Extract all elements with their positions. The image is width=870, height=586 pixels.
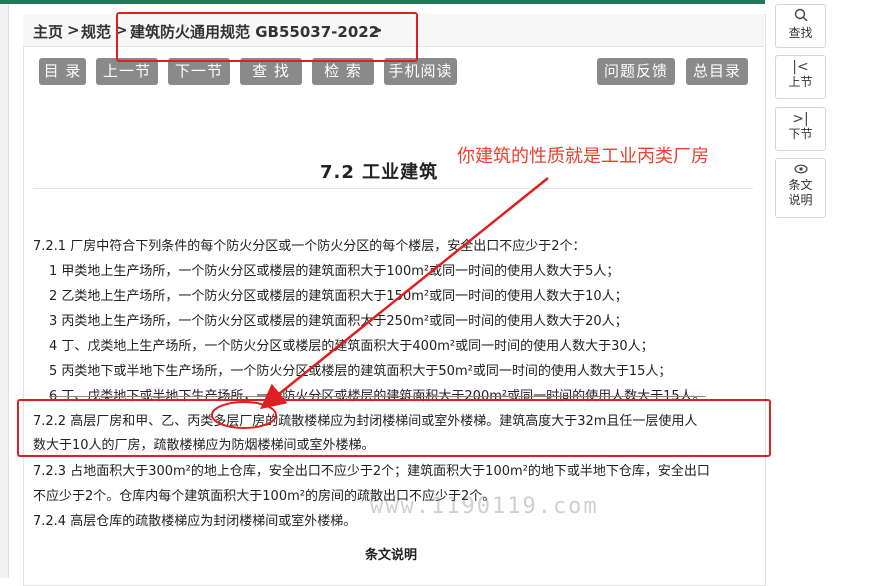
side-prev-button[interactable]: |< 上节 [775,55,826,99]
breadcrumb-home[interactable]: 主页 [33,21,63,42]
side-next-label: 下节 [788,127,813,141]
search-button[interactable]: 检 索 [312,58,374,85]
breadcrumb-spec[interactable]: 规范 [81,21,111,42]
find-button[interactable]: 查 找 [240,58,302,85]
highlight-box-breadcrumb [116,12,418,62]
side-prev-label: 上节 [788,75,813,89]
search-icon [776,8,825,26]
watermark: www.1190119.com [370,494,599,519]
feedback-button[interactable]: 问题反馈 [597,58,675,85]
breadcrumb-separator: > [67,21,80,39]
prev-section-button[interactable]: 上一节 [96,58,158,85]
next-section-button[interactable]: 下一节 [168,58,230,85]
toc-button[interactable]: 目 录 [39,58,86,85]
clause-item: 4 丁、戊类地上生产场所，一个防火分区或楼层的建筑面积大于400m²或同一时间的… [49,339,654,354]
top-accent-bar [0,0,765,4]
left-edge-strip [0,4,9,578]
last-page-icon: >| [792,111,809,127]
clause-item: 1 甲类地上生产场所，一个防火分区或楼层的建筑面积大于100m²或同一时间的使用… [49,264,620,279]
eye-icon [776,162,825,178]
clause-7-2-1: 7.2.1 厂房中符合下列条件的每个防火分区或一个防火分区的每个楼层，安全出口不… [33,239,586,254]
side-find-button[interactable]: 查找 [775,4,826,48]
clause-item: 5 丙类地下或半地下生产场所，一个防火分区或楼层的建筑面积大于50m²或同一时间… [49,364,672,379]
annotation-text: 你建筑的性质就是工业丙类厂房 [457,146,709,167]
clause-7-2-4: 7.2.4 高层仓库的疏散楼梯应为封闭楼梯间或室外楼梯。 [33,514,357,529]
side-next-button[interactable]: >| 下节 [775,107,826,151]
side-find-label: 查找 [788,26,813,40]
highlight-box-clause [17,399,771,457]
side-explain-button[interactable]: 条文 说明 [775,158,826,218]
clause-item: 3 丙类地上生产场所，一个防火分区或楼层的建筑面积大于250m²或同一时间的使用… [49,314,628,329]
section-title: 7.2 工业建筑 [320,162,439,183]
mobile-read-button[interactable]: 手机阅读 [384,58,457,85]
clause-item: 2 乙类地上生产场所，一个防火分区或楼层的建筑面积大于150m²或同一时间的使用… [49,289,628,304]
side-explain-label-1: 条文 [788,178,813,192]
clause-7-2-3-line1: 7.2.3 占地面积大于300m²的地上仓库，安全出口不应少于2个；建筑面积大于… [33,464,710,479]
master-toc-button[interactable]: 总目录 [686,58,748,85]
title-divider [33,188,753,189]
clause-explanation-heading: 条文说明 [365,548,418,563]
side-explain-label-2: 说明 [788,193,813,207]
first-page-icon: |< [792,59,809,75]
